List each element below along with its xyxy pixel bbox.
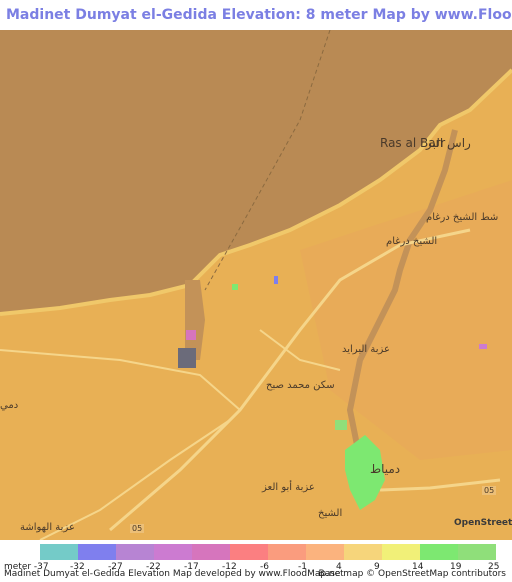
map-label-izbat-bar: عزبة البرايد	[342, 344, 390, 355]
legend-swatch	[116, 544, 154, 560]
legend-swatch	[306, 544, 344, 560]
legend-swatch	[268, 544, 306, 560]
legend-swatch	[420, 544, 458, 560]
elevation-map[interactable]: Ras al Barr راس البر شط الشيخ درغام الشي…	[0, 30, 512, 540]
map-label-shaykh-dirgham: الشيخ درغام	[386, 236, 438, 247]
legend-swatch	[40, 544, 78, 560]
map-label-abu-alaz: عزبة أبو العز	[262, 482, 315, 493]
legend-swatch	[458, 544, 496, 560]
osm-logo: OpenStreetMap	[454, 518, 512, 528]
legend-swatch	[78, 544, 116, 560]
map-label-shaykh: الشيخ	[318, 508, 343, 519]
map-label-hawasha: عزبة الهواشة	[20, 522, 75, 533]
map-label-ras-al-barr-ar: راس البر	[426, 136, 471, 150]
map-title: Madinet Dumyat el-Gedida Elevation: 8 me…	[0, 0, 512, 30]
map-label-damietta: دمياط	[370, 462, 401, 476]
map-canvas[interactable]	[0, 30, 512, 540]
legend-swatch	[192, 544, 230, 560]
map-label-sakan: سكن محمد صبح	[266, 380, 335, 391]
legend-swatch	[382, 544, 420, 560]
road-shield-05-left: 05	[130, 524, 145, 533]
legend-swatch	[154, 544, 192, 560]
footer-credit: Madinet Dumyat el-Gedida Elevation Map d…	[4, 569, 344, 579]
footer-attribution[interactable]: Base map © OpenStreetMap contributors	[319, 569, 506, 579]
map-label-shatt-shaykh: شط الشيخ درغام	[426, 212, 499, 223]
map-label-left-edge: دمي	[0, 400, 19, 411]
road-shield-05-right: 05	[482, 486, 497, 495]
legend-swatch	[344, 544, 382, 560]
footer: Madinet Dumyat el-Gedida Elevation Map d…	[0, 569, 512, 582]
legend-color-bar	[40, 544, 496, 560]
legend-swatch	[230, 544, 268, 560]
